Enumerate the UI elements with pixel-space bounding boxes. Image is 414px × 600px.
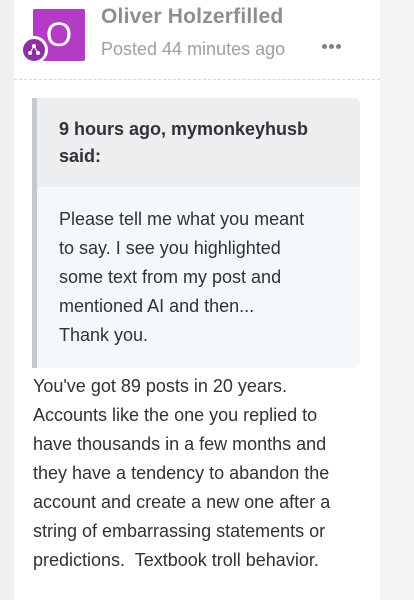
post-body-line: You've got 89 posts in 20 years. bbox=[33, 376, 287, 396]
quote-text-line: some text from my post and bbox=[59, 267, 282, 287]
author-name[interactable]: Oliver Holzerfilled bbox=[101, 5, 283, 29]
right-gutter bbox=[380, 0, 414, 600]
quote-text: Please tell me what you meant to say. I … bbox=[37, 187, 360, 350]
post-body-line: string of embarrassing statements or bbox=[33, 521, 326, 541]
quote-block: 9 hours ago, mymonkeyhusb said: Please t… bbox=[32, 98, 360, 368]
post-body-line: account and create a new one after a bbox=[33, 492, 331, 512]
quote-citation[interactable]: 9 hours ago, mymonkeyhusb said: bbox=[37, 98, 360, 187]
quote-citation-line: 9 hours ago, mymonkeyhusb bbox=[59, 119, 309, 139]
quote-text-line: mentioned AI and then... bbox=[59, 296, 255, 316]
quote-citation-line: said: bbox=[59, 146, 102, 166]
post-body-line: they have a tendency to abandon the bbox=[33, 463, 330, 483]
post-body-line: Accounts like the one you replied to bbox=[33, 405, 318, 425]
header-divider bbox=[14, 79, 380, 80]
post-body-line: predictions. Textbook troll behavior. bbox=[33, 550, 319, 570]
quote-text-line: to say. I see you highlighted bbox=[59, 238, 281, 258]
avatar-letter: O bbox=[45, 16, 73, 54]
more-options-icon[interactable] bbox=[322, 36, 346, 49]
community-badge-icon bbox=[20, 36, 48, 64]
post-timestamp[interactable]: Posted 44 minutes ago bbox=[101, 39, 285, 60]
post-body-line: have thousands in a few months and bbox=[33, 434, 327, 454]
forum-post-page: O Oliver Holzerfilled Posted 44 minutes … bbox=[0, 0, 414, 600]
quote-text-line: Please tell me what you meant bbox=[59, 209, 305, 229]
post-body: You've got 89 posts in 20 years. Account… bbox=[33, 372, 369, 575]
quote-text-line: Thank you. bbox=[59, 325, 149, 345]
